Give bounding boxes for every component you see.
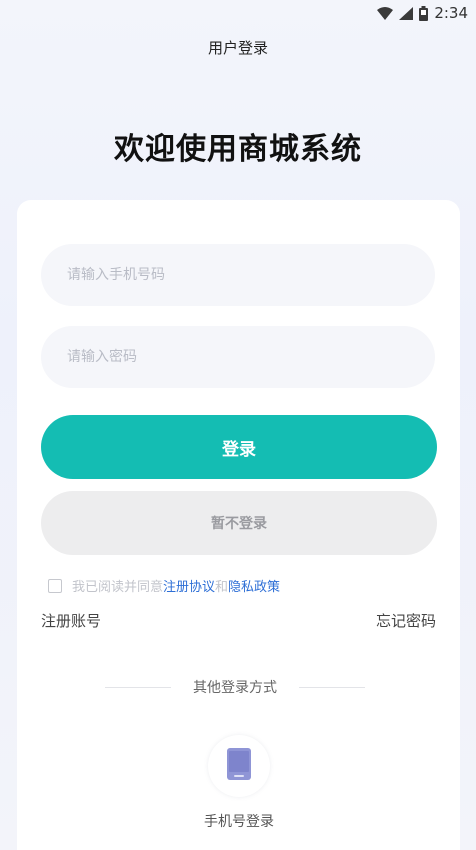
phone-icon <box>227 748 251 784</box>
divider-line-right <box>299 686 365 688</box>
phone-input[interactable] <box>41 244 435 306</box>
agreement-row: 我已阅读并同意 注册协议 和 隐私政策 <box>48 576 280 595</box>
forgot-password-link[interactable]: 忘记密码 <box>376 610 436 631</box>
login-button[interactable]: 登录 <box>41 415 437 479</box>
password-input[interactable] <box>41 326 435 388</box>
status-bar: 2:34 <box>0 0 476 26</box>
battery-icon <box>419 5 429 21</box>
phone-login-option[interactable]: 手机号登录 <box>200 735 278 831</box>
agreement-connector: 和 <box>215 580 229 595</box>
divider-line-left <box>105 686 171 688</box>
skip-login-button[interactable]: 暂不登录 <box>41 491 437 555</box>
register-link[interactable]: 注册账号 <box>41 610 101 631</box>
status-time: 2:34 <box>434 4 468 22</box>
phone-login-label: 手机号登录 <box>204 814 274 830</box>
other-login-divider: 其他登录方式 <box>105 677 365 697</box>
status-icons: 2:34 <box>377 3 468 23</box>
agreement-prefix: 我已阅读并同意 <box>72 580 164 595</box>
login-card: 登录 暂不登录 我已阅读并同意 注册协议 和 隐私政策 注册账号 忘记密码 其他… <box>17 200 460 850</box>
other-login-heading: 其他登录方式 <box>193 680 277 696</box>
agreement-checkbox[interactable] <box>48 578 62 593</box>
signal-icon <box>399 6 414 20</box>
account-links: 注册账号 忘记密码 <box>41 610 436 631</box>
app-header: 用户登录 <box>0 26 476 68</box>
welcome-heading: 欢迎使用商城系统 <box>114 132 362 167</box>
phone-login-icon-circle[interactable] <box>208 735 270 797</box>
privacy-link[interactable]: 隐私政策 <box>228 576 280 595</box>
terms-link[interactable]: 注册协议 <box>163 576 215 595</box>
wifi-icon <box>377 6 394 20</box>
page-title: 用户登录 <box>207 38 268 57</box>
